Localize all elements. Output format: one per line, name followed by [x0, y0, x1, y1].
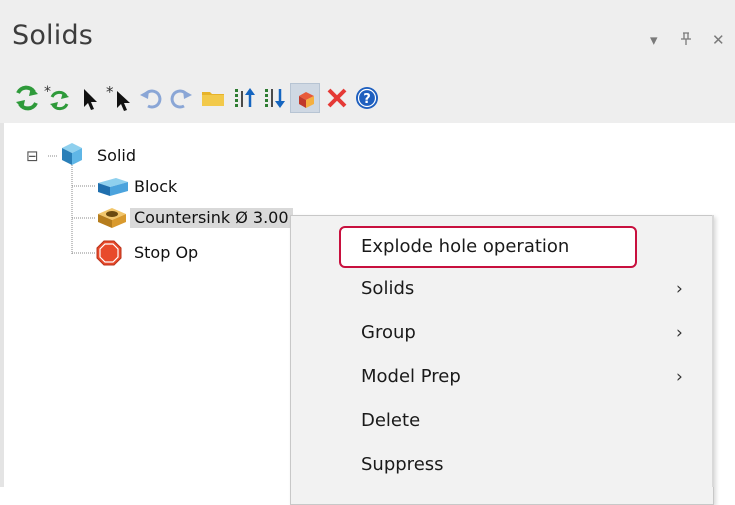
svg-text:*: * — [106, 83, 114, 101]
move-up-icon[interactable] — [230, 83, 260, 113]
regenerate-dirty-icon[interactable]: * — [42, 83, 72, 113]
panel-title: Solids — [12, 20, 94, 51]
block-icon — [96, 176, 130, 202]
context-menu: Explode hole operation Solids › Group › … — [290, 215, 714, 505]
solid-view-icon[interactable] — [290, 83, 320, 113]
tree-item-block[interactable]: Block — [134, 177, 177, 197]
svg-text:*: * — [44, 84, 51, 100]
chevron-right-icon: › — [676, 323, 683, 343]
move-down-icon[interactable] — [260, 83, 290, 113]
svg-text:?: ? — [363, 92, 371, 107]
chevron-right-icon: › — [676, 279, 683, 299]
panel-header: Solids ▾ ✕ — [0, 0, 735, 75]
tree-item-solid[interactable]: Solid — [97, 146, 136, 166]
chevron-right-icon: › — [676, 367, 683, 387]
select-multiple-icon[interactable]: * — [104, 83, 134, 113]
select-icon[interactable] — [74, 83, 104, 113]
delete-icon[interactable] — [322, 83, 352, 113]
menu-item-delete[interactable]: Delete — [361, 410, 420, 432]
tree-expander-icon[interactable]: ⊟ — [26, 146, 39, 166]
regenerate-all-icon[interactable] — [12, 83, 42, 113]
pin-icon[interactable] — [680, 32, 692, 50]
redo-icon[interactable] — [166, 83, 196, 113]
menu-item-suppress[interactable]: Suppress — [361, 454, 444, 476]
help-icon[interactable]: ? — [352, 83, 382, 113]
stop-sign-icon — [96, 240, 122, 270]
menu-item-explode-hole-operation[interactable]: Explode hole operation — [361, 236, 569, 258]
tree-item-stop-op[interactable]: Stop Op — [134, 243, 198, 263]
solid-cube-icon — [58, 140, 86, 172]
menu-item-model-prep[interactable]: Model Prep — [361, 366, 461, 388]
menu-scroll-edge — [712, 215, 714, 487]
menu-item-solids[interactable]: Solids — [361, 278, 414, 300]
countersink-icon — [96, 205, 128, 235]
menu-item-group[interactable]: Group — [361, 322, 416, 344]
tree-item-countersink[interactable]: Countersink Ø 3.00 — [130, 208, 293, 228]
toolbar: * * ? — [0, 75, 735, 123]
close-icon[interactable]: ✕ — [712, 32, 725, 48]
folder-icon[interactable] — [198, 83, 228, 113]
panel-dropdown-icon[interactable]: ▾ — [650, 32, 658, 48]
undo-icon[interactable] — [136, 83, 166, 113]
